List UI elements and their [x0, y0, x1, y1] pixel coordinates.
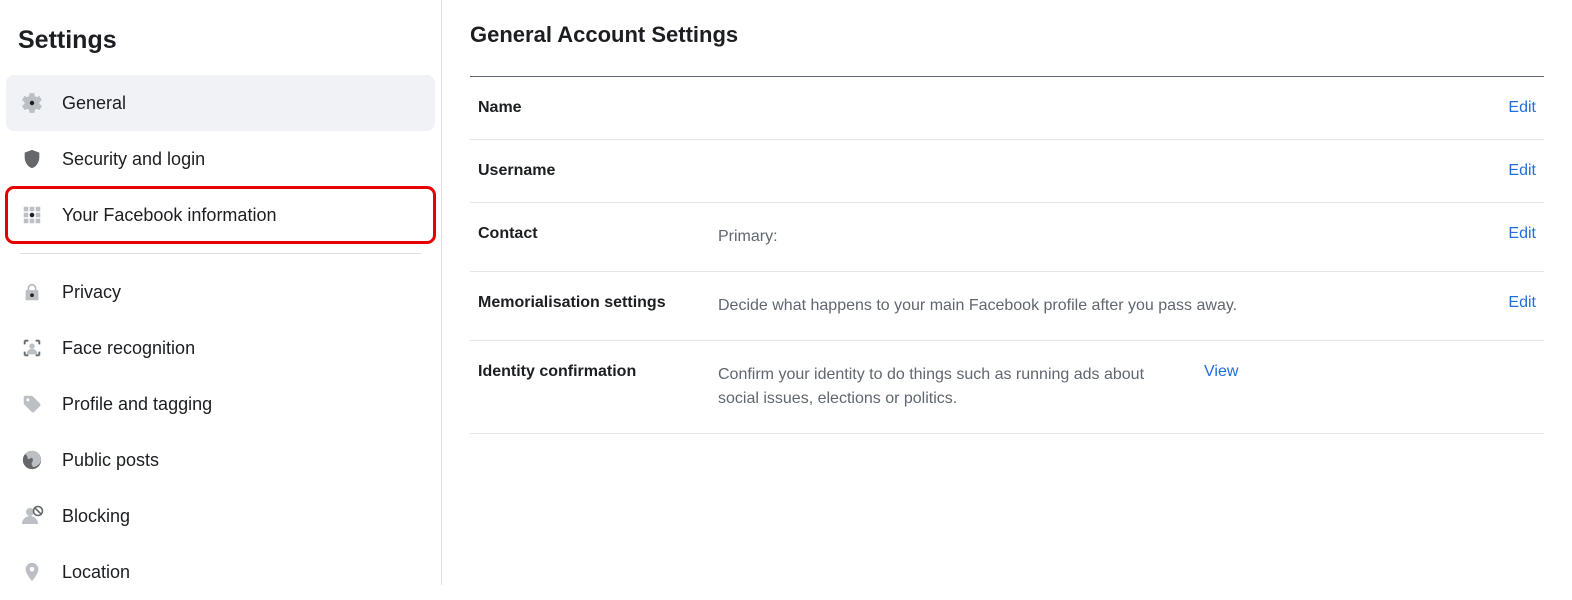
sidebar-item-profile-tagging[interactable]: Profile and tagging — [6, 376, 435, 432]
sidebar-item-label: General — [62, 93, 126, 114]
sidebar-divider — [20, 253, 421, 254]
sidebar-item-face-recognition[interactable]: Face recognition — [6, 320, 435, 376]
tag-icon — [18, 390, 46, 418]
edit-link[interactable]: Edit — [1492, 225, 1536, 243]
sidebar-item-privacy[interactable]: Privacy — [6, 264, 435, 320]
grid-icon — [18, 201, 46, 229]
settings-table: Name Edit Username Edit Contact Primary:… — [470, 76, 1544, 434]
setting-label: Contact — [478, 225, 718, 243]
setting-row-identity: Identity confirmation Confirm your ident… — [470, 341, 1544, 434]
setting-row-contact: Contact Primary: Edit — [470, 203, 1544, 272]
edit-link[interactable]: Edit — [1492, 294, 1536, 312]
settings-sidebar: Settings General Security and login — [0, 0, 442, 585]
setting-desc: Primary: — [718, 225, 1492, 249]
sidebar-item-label: Privacy — [62, 282, 121, 303]
setting-row-username: Username Edit — [470, 140, 1544, 203]
sidebar-title: Settings — [0, 14, 441, 75]
globe-icon — [18, 446, 46, 474]
view-link[interactable]: View — [1188, 363, 1238, 381]
setting-desc: Decide what happens to your main Faceboo… — [718, 294, 1492, 318]
sidebar-item-label: Your Facebook information — [62, 205, 276, 226]
setting-label: Username — [478, 162, 718, 180]
sidebar-item-label: Face recognition — [62, 338, 195, 359]
sidebar-item-label: Security and login — [62, 149, 205, 170]
setting-desc: Confirm your identity to do things such … — [718, 363, 1188, 411]
sidebar-item-label: Location — [62, 562, 130, 583]
setting-row-name: Name Edit — [470, 77, 1544, 140]
edit-link[interactable]: Edit — [1492, 99, 1536, 117]
sidebar-item-general[interactable]: General — [6, 75, 435, 131]
main-content: General Account Settings Name Edit Usern… — [442, 0, 1572, 585]
sidebar-item-location[interactable]: Location — [6, 544, 435, 600]
setting-row-memorialisation: Memorialisation settings Decide what hap… — [470, 272, 1544, 341]
setting-label: Name — [478, 99, 718, 117]
sidebar-item-label: Profile and tagging — [62, 394, 212, 415]
edit-link[interactable]: Edit — [1492, 162, 1536, 180]
sidebar-item-security[interactable]: Security and login — [6, 131, 435, 187]
sidebar-list: General Security and login Your Facebook… — [0, 75, 441, 600]
setting-label: Identity confirmation — [478, 363, 718, 381]
page-title: General Account Settings — [470, 22, 1544, 48]
block-icon — [18, 502, 46, 530]
pin-icon — [18, 558, 46, 586]
shield-icon — [18, 145, 46, 173]
sidebar-item-label: Public posts — [62, 450, 159, 471]
sidebar-item-your-info[interactable]: Your Facebook information — [6, 187, 435, 243]
sidebar-item-blocking[interactable]: Blocking — [6, 488, 435, 544]
lock-icon — [18, 278, 46, 306]
sidebar-item-public-posts[interactable]: Public posts — [6, 432, 435, 488]
sidebar-item-label: Blocking — [62, 506, 130, 527]
face-icon — [18, 334, 46, 362]
setting-label: Memorialisation settings — [478, 294, 718, 312]
gear-icon — [18, 89, 46, 117]
